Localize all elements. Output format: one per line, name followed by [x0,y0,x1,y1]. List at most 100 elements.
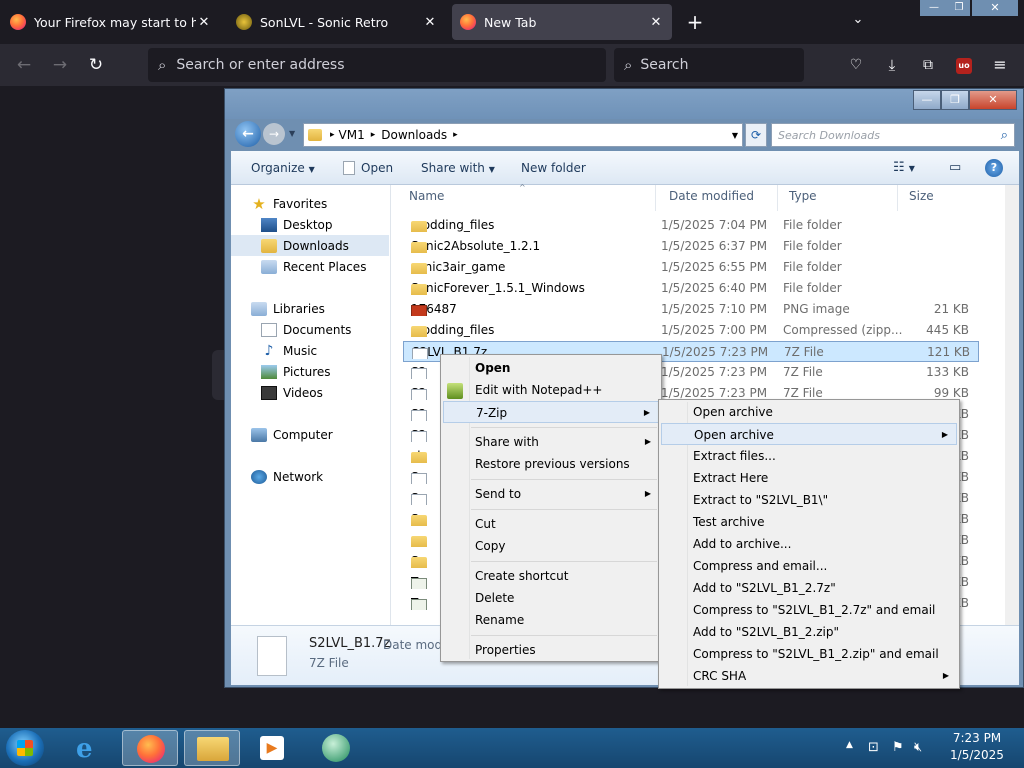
back-arrow-icon[interactable]: ← [12,53,36,77]
nav-videos[interactable]: Videos [231,382,389,403]
window-titlebar[interactable]: — ❐ ✕ [225,89,1023,119]
menu-item-share-with[interactable]: Share with ▶ [443,431,659,453]
menu-item-add-to-7z[interactable]: Add to "S2LVL_B1_2.7z" [661,577,957,599]
nav-network[interactable]: Network [231,466,389,487]
show-hidden-icons[interactable]: ▲ [846,740,853,750]
table-row[interactable]: Sonic2Absolute_1.2.1 1/5/2025 6:37 PM File… [403,236,979,257]
column-header-size[interactable]: Size [909,189,934,209]
table-row[interactable]: modding_files 1/5/2025 7:04 PM File folder [403,215,979,236]
breadcrumb-downloads[interactable]: Downloads [381,128,447,142]
tab-new-tab[interactable]: New Tab ✕ [452,4,672,40]
column-header-date[interactable]: Date modified [669,189,754,209]
start-button[interactable] [6,730,44,766]
menu-item-compress-email[interactable]: Compress and email... [661,555,957,577]
reload-icon[interactable]: ↻ [84,53,108,77]
menu-item-compress-7z-email[interactable]: Compress to "S2LVL_B1_2.7z" and email [661,599,957,621]
list-all-tabs-icon[interactable]: ⌄ [848,12,868,32]
tab-sonlvl[interactable]: SonLVL - Sonic Retro ✕ [228,4,446,40]
network-status-icon[interactable]: ⊡ [868,740,879,755]
menu-item-open-archive[interactable]: Open archive [661,401,957,423]
url-bar[interactable]: ⌕ Search or enter address [148,48,606,82]
search-bar[interactable]: ⌕ Search [614,48,804,82]
maximize-button[interactable]: ❐ [941,90,969,110]
forward-arrow-icon[interactable]: → [48,53,72,77]
nav-desktop[interactable]: Desktop [231,214,389,235]
column-header-name[interactable]: Name [409,189,444,209]
menu-item-crc-sha[interactable]: CRC SHA ▶ [661,665,957,687]
menu-item-edit-notepad[interactable]: Edit with Notepad++ [443,379,659,401]
refresh-icon[interactable]: ⟳ [745,123,767,147]
taskbar-media-player[interactable]: ▶ [244,730,300,766]
open-button[interactable]: Open [343,151,393,185]
menu-item-open-archive-sub[interactable]: Open archive ▶ [661,423,957,445]
nav-libraries[interactable]: Libraries [231,298,389,319]
close-icon[interactable]: ✕ [196,15,212,30]
menu-item-rename[interactable]: Rename [443,609,659,631]
action-center-icon[interactable]: ⚑ [892,740,904,755]
nav-documents[interactable]: Documents [231,319,389,340]
menu-item-extract-files[interactable]: Extract files... [661,445,957,467]
menu-item-properties[interactable]: Properties [443,639,659,661]
menu-item-compress-zip-email[interactable]: Compress to "S2LVL_B1_2.zip" and email [661,643,957,665]
nav-computer[interactable]: Computer [231,424,389,445]
taskbar-internet-explorer[interactable]: e [62,730,118,766]
menu-item-restore-versions[interactable]: Restore previous versions [443,453,659,475]
restore-button[interactable]: ❐ [948,0,970,16]
share-with-button[interactable]: Share with ▼ [421,151,495,185]
organize-button[interactable]: Organize ▼ [251,151,315,185]
preview-pane-icon[interactable]: ▭ [949,151,961,185]
taskbar-firefox[interactable] [122,730,178,766]
menu-item-create-shortcut[interactable]: Create shortcut [443,565,659,587]
table-row[interactable]: 176487 1/5/2025 7:10 PM PNG image 21 KB [403,299,979,320]
help-icon[interactable]: ? [985,159,1003,177]
menu-icon[interactable]: ≡ [988,53,1012,77]
menu-item-delete[interactable]: Delete [443,587,659,609]
new-folder-button[interactable]: New folder [521,151,586,185]
tab-firefox-notice[interactable]: Your Firefox may start to have p ✕ [2,4,220,40]
nav-pictures[interactable]: Pictures [231,361,389,382]
extensions-icon[interactable]: ⧉ [916,53,940,77]
breadcrumb-vm1[interactable]: VM1 [339,128,365,142]
column-header-type[interactable]: Type [789,189,817,209]
recent-pages-icon[interactable]: ▼ [289,129,295,138]
vertical-scrollbar[interactable] [1005,185,1019,625]
view-options-icon[interactable]: ☷ ▼ [893,151,915,185]
menu-item-test-archive[interactable]: Test archive [661,511,957,533]
new-tab-button[interactable]: + [684,10,706,34]
pocket-icon[interactable]: ♡ [844,53,868,77]
menu-item-add-to-archive[interactable]: Add to archive... [661,533,957,555]
menu-item-extract-here[interactable]: Extract Here [661,467,957,489]
table-row[interactable]: modding_files 1/5/2025 7:00 PM Compressed … [403,320,979,341]
menu-item-extract-to[interactable]: Extract to "S2LVL_B1\" [661,489,957,511]
close-icon[interactable]: ✕ [422,15,438,30]
nav-favorites[interactable]: ★ Favorites [231,193,389,214]
downloads-icon[interactable]: ⤓ [880,53,904,77]
window-close-button[interactable]: ✕ [972,0,1018,16]
ublock-icon[interactable]: uo [956,58,972,74]
menu-item-open[interactable]: Open [443,357,659,379]
close-button[interactable]: ✕ [969,90,1017,110]
menu-item-send-to[interactable]: Send to ▶ [443,483,659,505]
taskbar-explorer[interactable] [184,730,240,766]
menu-item-cut[interactable]: Cut [443,513,659,535]
nav-recent-places[interactable]: Recent Places [231,256,389,277]
close-icon[interactable]: ✕ [648,15,664,30]
address-bar[interactable]: ▸ VM1 ▸ Downloads ▸ ▼ [303,123,743,147]
menu-item-copy[interactable]: Copy [443,535,659,557]
minimize-button[interactable]: — [920,0,948,16]
system-clock[interactable]: 7:23 PM 1/5/2025 [940,730,1014,764]
nav-music[interactable]: ♪ Music [231,340,389,361]
taskbar-app[interactable] [308,730,364,766]
search-downloads-input[interactable]: Search Downloads ⌕ [771,123,1015,147]
menu-item-7zip[interactable]: 7-Zip ▶ [443,401,659,423]
forward-button[interactable]: → [263,123,285,145]
table-row[interactable]: SonicForever_1.5.1_Windows 1/5/2025 6:40 … [403,278,979,299]
minimize-button[interactable]: — [913,90,941,110]
chevron-down-icon[interactable]: ▼ [732,131,738,140]
table-row[interactable]: sonic3air_game 1/5/2025 6:55 PM File folde… [403,257,979,278]
chevron-down-icon: ▼ [488,165,495,174]
menu-item-add-to-zip[interactable]: Add to "S2LVL_B1_2.zip" [661,621,957,643]
back-button[interactable]: ← [235,121,261,147]
nav-downloads[interactable]: Downloads [231,235,389,256]
volume-muted-icon[interactable]: 🔇︎ [914,740,922,755]
